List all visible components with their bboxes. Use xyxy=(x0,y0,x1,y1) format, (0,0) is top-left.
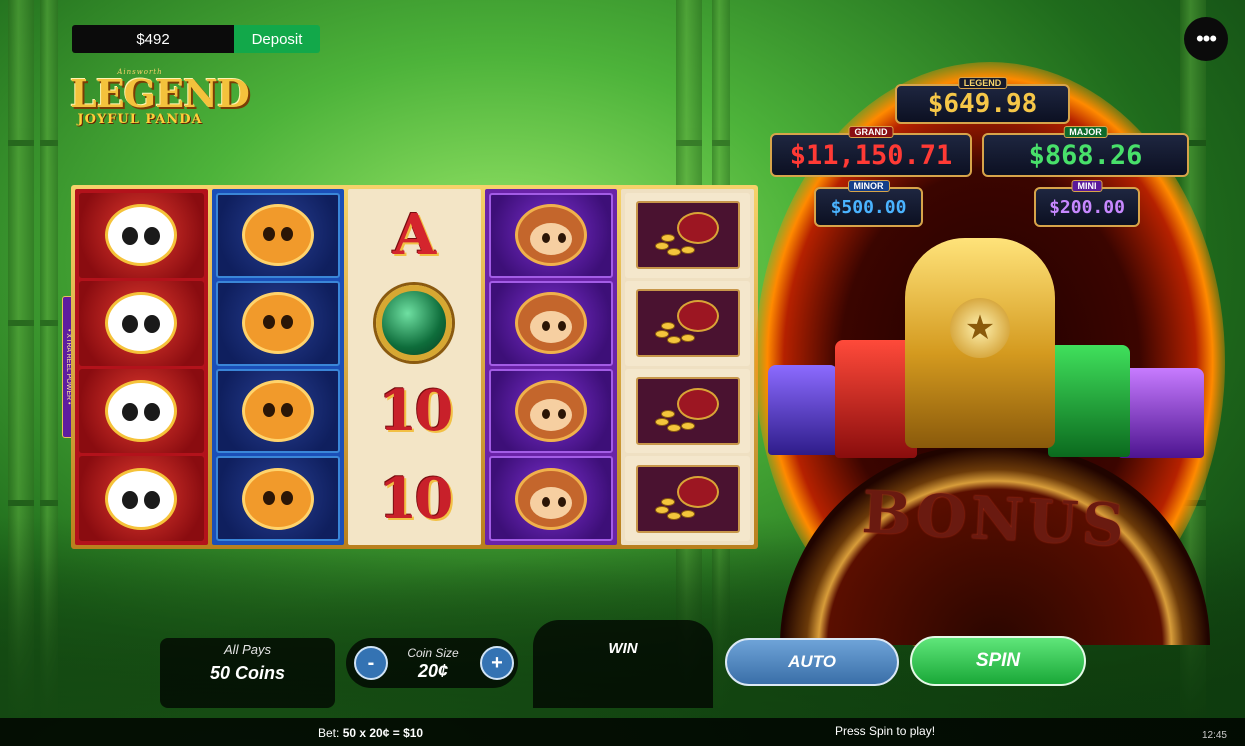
reel-cell xyxy=(79,280,204,366)
monkey-symbol-icon xyxy=(515,204,588,267)
jackpot-mini: MINI $200.00 xyxy=(1034,180,1140,227)
reel-cell xyxy=(215,368,341,454)
violet-train-icon xyxy=(1118,368,1204,458)
reels-grid: A 10 10 xyxy=(71,185,758,549)
win-panel: WIN xyxy=(533,620,713,708)
ten-symbol: 10 xyxy=(378,377,454,444)
jackpot-major-label: MAJOR xyxy=(1063,126,1108,138)
jackpot-legend-value: $649.98 xyxy=(927,89,1038,119)
more-menu-button[interactable]: ••• xyxy=(1184,17,1228,61)
reel-cell xyxy=(215,193,341,278)
tiger-symbol-icon xyxy=(241,292,314,355)
logo-title: LEGEND xyxy=(70,71,250,116)
coin-bag-symbol-icon xyxy=(653,212,723,258)
reel-cell xyxy=(352,281,477,366)
reel-cell xyxy=(488,456,614,541)
reel-2 xyxy=(211,189,345,545)
reel-cell xyxy=(79,456,204,541)
reel-3: A 10 10 xyxy=(348,189,481,545)
coin-size-value: 20¢ xyxy=(417,661,449,681)
panda-symbol-icon xyxy=(105,292,178,355)
jackpot-minor-label: MINOR xyxy=(847,180,890,192)
coin-size-label: Coin Size xyxy=(407,646,459,660)
jackpot-grand-value: $11,150.71 xyxy=(789,139,953,171)
monkey-symbol-icon xyxy=(515,379,588,442)
tiger-symbol-icon xyxy=(241,467,314,530)
coin-bag-symbol-icon xyxy=(653,475,723,522)
reel-1 xyxy=(75,189,208,545)
monkey-symbol-icon xyxy=(515,467,588,530)
monkey-symbol-icon xyxy=(515,292,588,355)
ace-symbol: A xyxy=(392,202,437,269)
bet-prefix: Bet: xyxy=(318,726,343,740)
jackpot-legend: LEGEND $649.98 xyxy=(895,77,1070,124)
jackpot-grand: GRAND $11,150.71 xyxy=(770,126,972,177)
deposit-button[interactable]: Deposit xyxy=(234,25,320,53)
all-pays-label: All Pays xyxy=(224,642,271,657)
balance-display: $492 xyxy=(72,25,234,53)
reel-cell xyxy=(625,368,750,454)
jackpot-mini-value: $200.00 xyxy=(1049,196,1125,218)
spin-button[interactable]: SPIN xyxy=(910,636,1086,686)
jackpot-major-value: $868.26 xyxy=(1028,139,1143,171)
logo-subtitle: JOYFUL PANDA xyxy=(77,112,203,127)
panda-symbol-icon xyxy=(105,467,178,530)
jade-coin-symbol-icon xyxy=(376,285,453,362)
reel-4 xyxy=(484,189,618,545)
bet-value: 50 x 20¢ = $10 xyxy=(342,726,424,740)
all-pays-value: 50 Coins xyxy=(209,663,286,683)
game-logo: Ainsworth LEGEND JOYFUL PANDA xyxy=(70,68,250,140)
reel-cell xyxy=(625,456,750,541)
reel-cell xyxy=(215,456,341,541)
jackpot-mini-label: MINI xyxy=(1071,180,1103,192)
panda-symbol-icon xyxy=(105,379,178,442)
reel-cell xyxy=(79,193,204,278)
tiger-symbol-icon xyxy=(241,379,314,442)
coin-bag-symbol-icon xyxy=(653,387,723,434)
reel-cell xyxy=(625,280,750,366)
win-label: WIN xyxy=(608,640,638,657)
reel-cell xyxy=(215,280,341,366)
reel-cell xyxy=(625,193,750,278)
jackpot-minor: MINOR $500.00 xyxy=(814,180,923,227)
gold-train-icon: ★ xyxy=(905,238,1055,448)
star-icon: ★ xyxy=(950,298,1010,358)
reel-cell xyxy=(488,280,614,366)
tiger-symbol-icon xyxy=(241,204,314,267)
reel-cell xyxy=(488,368,614,454)
jackpot-grand-label: GRAND xyxy=(848,126,894,138)
reel-cell xyxy=(488,193,614,278)
status-bar: Bet: 50 x 20¢ = $10 Press Spin to play! … xyxy=(0,718,1245,746)
purple-train-icon xyxy=(768,365,838,455)
reel-5 xyxy=(621,189,754,545)
auto-play-button[interactable]: AUTO xyxy=(725,638,899,686)
panda-symbol-icon xyxy=(105,204,178,267)
green-train-icon xyxy=(1048,345,1130,457)
reel-cell: 10 xyxy=(352,456,477,541)
ten-symbol: 10 xyxy=(378,465,454,532)
clock: 12:45 xyxy=(1201,730,1227,741)
coin-bag-symbol-icon xyxy=(653,300,723,346)
decrease-coin-size-button[interactable]: - xyxy=(354,646,388,680)
jackpot-legend-label: LEGEND xyxy=(957,77,1008,89)
jackpot-major: MAJOR $868.26 xyxy=(982,126,1189,177)
jackpot-minor-value: $500.00 xyxy=(830,196,907,218)
all-pays-panel: All Pays 50 Coins xyxy=(160,638,335,708)
reel-cell xyxy=(79,368,204,454)
increase-coin-size-button[interactable]: + xyxy=(480,646,514,680)
status-message: Press Spin to play! xyxy=(835,724,936,738)
reel-cell: 10 xyxy=(352,369,477,454)
bet-info: Bet: 50 x 20¢ = $10 xyxy=(318,726,423,740)
reel-cell: A xyxy=(352,193,477,278)
